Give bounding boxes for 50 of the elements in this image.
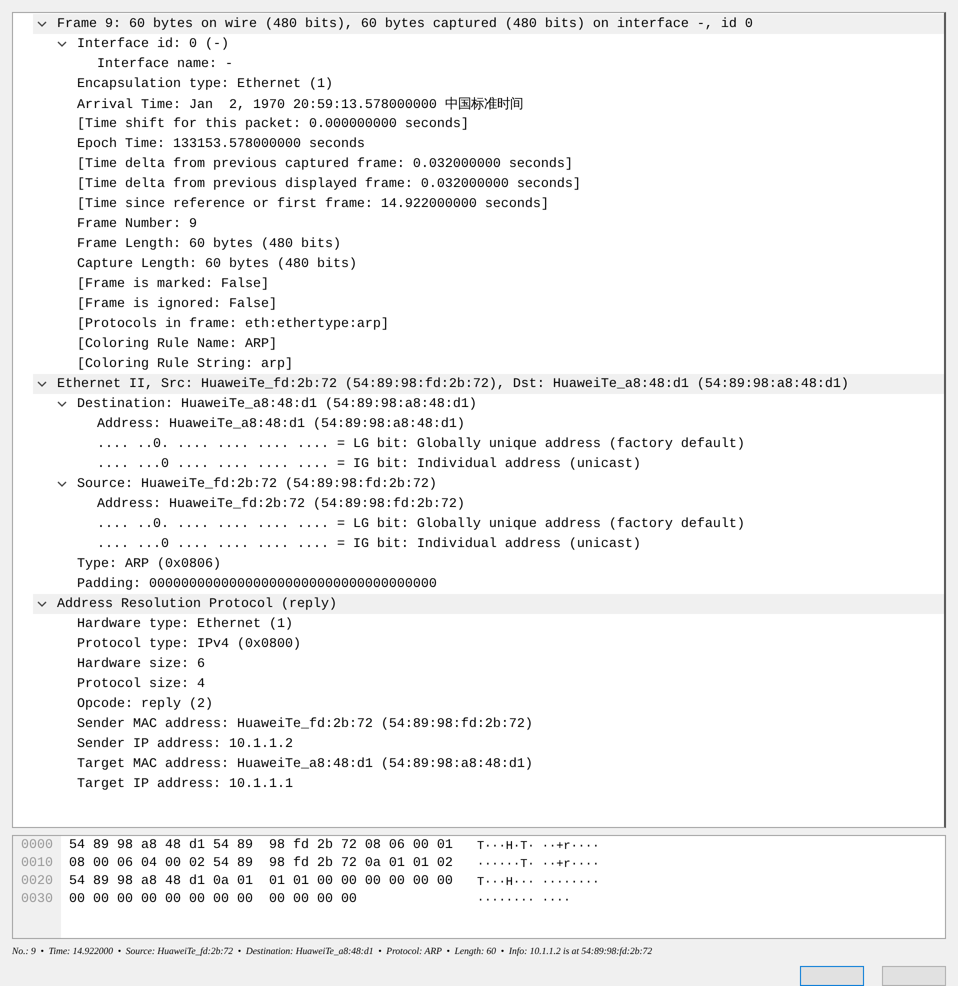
- tree-item[interactable]: [Time delta from previous captured frame: 0.032000000 seconds]: [77, 156, 573, 172]
- tree-item[interactable]: Address: HuaweiTe_fd:2b:72 (54:89:98:fd:2b:72): [97, 496, 465, 512]
- tree-item[interactable]: Hardware size: 6: [77, 656, 205, 672]
- tree-item[interactable]: .... ..0. .... .... .... .... = LG bit: Globally unique address (factory default): [97, 516, 745, 532]
- tree-item[interactable]: [Coloring Rule Name: ARP]: [77, 336, 277, 352]
- tree-item[interactable]: Source: HuaweiTe_fd:2b:72 (54:89:98:fd:2b:72): [77, 476, 437, 492]
- tree-item[interactable]: Sender MAC address: HuaweiTe_fd:2b:72 (54:89:98:fd:2b:72): [77, 716, 533, 732]
- ascii-bytes: ········ ····: [477, 892, 572, 909]
- tree-item[interactable]: Hardware type: Ethernet (1): [77, 616, 293, 632]
- tree-item[interactable]: Interface name: -: [97, 56, 233, 72]
- hex-bytes: 54 89 98 a8 48 d1 0a 01 01 01 00 00 00 00 00 00: [69, 872, 454, 891]
- tree-item[interactable]: Target IP address: 10.1.1.1: [77, 776, 293, 792]
- byte-offset: 0000: [20, 836, 54, 855]
- ascii-bytes: T···H·T· ··+r····: [477, 838, 600, 855]
- tree-item[interactable]: [Coloring Rule String: arp]: [77, 356, 293, 372]
- tree-item[interactable]: Frame Number: 9: [77, 216, 197, 232]
- tree-item[interactable]: Epoch Time: 133153.578000000 seconds: [77, 136, 365, 152]
- byte-offset: 0030: [20, 890, 54, 909]
- byte-offset: 0020: [20, 872, 54, 891]
- tree-item[interactable]: Arrival Time: Jan 2, 1970 20:59:13.578000000 中国标准时间: [77, 95, 523, 113]
- byte-offset: 0010: [20, 854, 54, 873]
- tree-item[interactable]: [Frame is ignored: False]: [77, 296, 277, 312]
- tree-item[interactable]: Protocol type: IPv4 (0x0800): [77, 636, 301, 652]
- hex-bytes: 08 00 06 04 00 02 54 89 98 fd 2b 72 0a 01 01 02: [69, 854, 454, 873]
- tree-item[interactable]: Protocol size: 4: [77, 676, 205, 692]
- tree-item[interactable]: [Time shift for this packet: 0.000000000 seconds]: [77, 116, 469, 132]
- dialog-button[interactable]: [800, 966, 864, 986]
- tree-item[interactable]: [Time delta from previous displayed frame: 0.032000000 seconds]: [77, 176, 581, 192]
- tree-item[interactable]: Target MAC address: HuaweiTe_a8:48:d1 (54:89:98:a8:48:d1): [77, 756, 533, 772]
- tree-item[interactable]: Sender IP address: 10.1.1.2: [77, 736, 293, 752]
- tree-item[interactable]: .... ...0 .... .... .... .... = IG bit: Individual address (unicast): [97, 456, 641, 472]
- tree-item[interactable]: Padding: 000000000000000000000000000000000000: [77, 576, 437, 592]
- hex-bytes: 54 89 98 a8 48 d1 54 89 98 fd 2b 72 08 06 00 01: [69, 836, 454, 855]
- tree-item[interactable]: .... ...0 .... .... .... .... = IG bit: Individual address (unicast): [97, 536, 641, 552]
- tree-item[interactable]: Opcode: reply (2): [77, 696, 213, 712]
- tree-item[interactable]: Destination: HuaweiTe_a8:48:d1 (54:89:98:a8:48:d1): [77, 396, 477, 412]
- status-text: No.: 9 • Time: 14.922000 • Source: HuaweiTe_fd:2b:72 • Destination: HuaweiTe_a8:48:d1 • Protocol: ARP • Length: 60 • Info: 10.1.1.2 is at 54:89:98:fd:2b:72: [12, 947, 654, 960]
- tree-item[interactable]: [Protocols in frame: eth:ethertype:arp]: [77, 316, 389, 332]
- tree-item[interactable]: Frame Length: 60 bytes (480 bits): [77, 236, 341, 252]
- tree-item[interactable]: Encapsulation type: Ethernet (1): [77, 76, 333, 92]
- ascii-bytes: T···H··· ········: [477, 874, 600, 891]
- tree-item[interactable]: Interface id: 0 (-): [77, 36, 229, 52]
- tree-item[interactable]: .... ..0. .... .... .... .... = LG bit: Globally unique address (factory default): [97, 436, 745, 452]
- ascii-bytes: ······T· ··+r····: [477, 856, 600, 873]
- tree-item[interactable]: [Frame is marked: False]: [77, 276, 269, 292]
- hex-bytes: 00 00 00 00 00 00 00 00 00 00 00 00: [69, 890, 358, 909]
- tree-item[interactable]: Type: ARP (0x0806): [77, 556, 221, 572]
- tree-item[interactable]: Address: HuaweiTe_a8:48:d1 (54:89:98:a8:48:d1): [97, 416, 465, 432]
- tree-item[interactable]: [Time since reference or first frame: 14.922000000 seconds]: [77, 196, 549, 212]
- tree-item[interactable]: Capture Length: 60 bytes (480 bits): [77, 256, 357, 272]
